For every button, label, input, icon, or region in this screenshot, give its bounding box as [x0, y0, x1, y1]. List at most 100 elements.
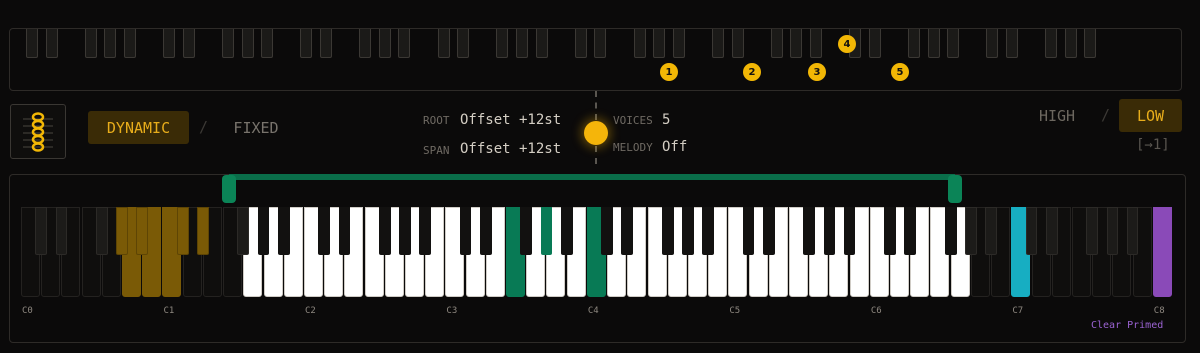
voice-strip-key	[536, 29, 548, 58]
black-key[interactable]	[1106, 207, 1119, 255]
fixed-mode-button[interactable]: FIXED	[222, 111, 290, 144]
mode-separator: /	[199, 118, 209, 136]
black-key[interactable]	[1045, 207, 1058, 255]
black-key[interactable]	[702, 207, 714, 255]
black-key[interactable]	[237, 207, 250, 255]
voice-strip-key	[790, 29, 802, 58]
piano-keyboard[interactable]	[21, 207, 1173, 297]
voice-strip-key	[1065, 29, 1077, 58]
white-key[interactable]	[1152, 207, 1172, 297]
black-key[interactable]	[843, 207, 856, 255]
voice-strip-key	[85, 29, 97, 58]
voice-strip-key	[398, 29, 410, 58]
black-key[interactable]	[601, 207, 613, 255]
voice-strip-key	[594, 29, 606, 58]
black-key[interactable]	[338, 207, 351, 255]
low-priority-button[interactable]: LOW	[1119, 99, 1182, 132]
black-key[interactable]	[661, 207, 674, 255]
voice-badge-5: 5	[891, 63, 909, 81]
voice-strip-key	[1045, 29, 1057, 58]
black-key[interactable]	[560, 207, 573, 255]
connector-line-lower	[595, 146, 597, 164]
voices-label: VOICES	[613, 114, 653, 127]
black-key[interactable]	[944, 207, 957, 255]
voice-strip-key	[163, 29, 175, 58]
black-key[interactable]	[136, 207, 149, 255]
black-key[interactable]	[742, 207, 755, 255]
black-key[interactable]	[965, 207, 977, 255]
voice-strip-key	[46, 29, 58, 58]
voices-value[interactable]: 5	[662, 112, 670, 128]
voice-strip-key	[908, 29, 920, 58]
voice-strip-key	[771, 29, 783, 58]
voice-strip-key	[183, 29, 195, 58]
black-key[interactable]	[197, 207, 209, 255]
black-key[interactable]	[1025, 207, 1038, 255]
black-key[interactable]	[1126, 207, 1139, 255]
high-priority-button[interactable]: HIGH	[1030, 99, 1084, 132]
voice-strip-key	[575, 29, 587, 58]
black-key[interactable]	[682, 207, 694, 255]
voice-badge-2: 2	[743, 63, 761, 81]
black-key[interactable]	[95, 207, 108, 255]
offset-knob[interactable]	[584, 121, 608, 145]
voice-strip-key	[712, 29, 724, 58]
voice-strip-key	[516, 29, 528, 58]
voice-strip-key	[947, 29, 959, 58]
chord-mode-icon[interactable]	[10, 104, 66, 159]
voice-strip-key	[928, 29, 940, 58]
voice-strip-key	[496, 29, 508, 58]
clear-primed-link[interactable]: Clear Primed	[1091, 320, 1163, 331]
melody-value[interactable]: Off	[662, 139, 687, 155]
voice-strip-key	[320, 29, 332, 58]
root-label: ROOT	[423, 114, 450, 127]
voice-strip-key	[653, 29, 665, 58]
voice-strip-key	[124, 29, 136, 58]
voice-badge-4: 4	[838, 35, 856, 53]
priority-separator: /	[1101, 106, 1111, 124]
black-key[interactable]	[419, 207, 432, 255]
black-key[interactable]	[823, 207, 836, 255]
dynamic-mode-button[interactable]: DYNAMIC	[88, 111, 189, 144]
voice-strip-key	[810, 29, 822, 58]
voice-strip-key	[732, 29, 744, 58]
voice-strip-key	[673, 29, 685, 58]
black-key[interactable]	[399, 207, 411, 255]
black-key[interactable]	[985, 207, 997, 255]
black-key[interactable]	[1086, 207, 1099, 255]
black-key[interactable]	[520, 207, 533, 255]
voice-strip-key	[986, 29, 998, 58]
black-key[interactable]	[540, 207, 553, 255]
octave-label: C5	[729, 306, 741, 316]
black-key[interactable]	[176, 207, 189, 255]
voice-strip-key	[104, 29, 116, 58]
range-handle-left[interactable]	[222, 175, 236, 203]
connector-line	[595, 91, 597, 120]
black-key[interactable]	[762, 207, 775, 255]
root-value[interactable]: Offset +12st	[460, 112, 561, 128]
black-key[interactable]	[904, 207, 917, 255]
black-key[interactable]	[378, 207, 391, 255]
black-key[interactable]	[479, 207, 492, 255]
voice-strip-key	[869, 29, 881, 58]
black-key[interactable]	[318, 207, 330, 255]
black-key[interactable]	[277, 207, 290, 255]
black-key[interactable]	[257, 207, 270, 255]
black-key[interactable]	[884, 207, 896, 255]
voice-strip-key	[1006, 29, 1018, 58]
voice-badge-3: 3	[808, 63, 826, 81]
black-key[interactable]	[803, 207, 816, 255]
span-label: SPAN	[423, 144, 450, 157]
black-key[interactable]	[621, 207, 634, 255]
octave-label: C8	[1153, 306, 1165, 316]
range-handle-right[interactable]	[948, 175, 962, 203]
octave-label: C0	[22, 306, 33, 316]
black-key[interactable]	[55, 207, 68, 255]
black-key[interactable]	[459, 207, 472, 255]
span-value[interactable]: Offset +12st	[460, 141, 561, 157]
voice-strip-key	[261, 29, 273, 58]
black-key[interactable]	[35, 207, 48, 255]
chain-icon	[23, 112, 53, 152]
octave-label: C1	[163, 306, 175, 316]
black-key[interactable]	[116, 207, 128, 255]
